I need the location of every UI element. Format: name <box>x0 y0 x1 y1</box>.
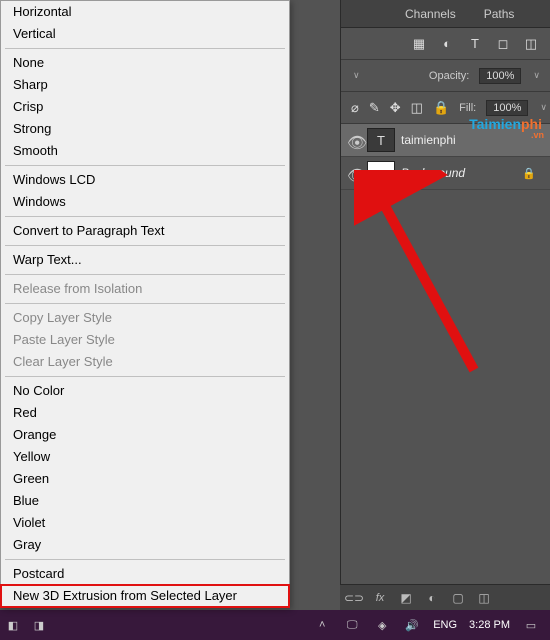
menu-none[interactable]: None <box>1 52 289 74</box>
tab-paths[interactable]: Paths <box>470 2 529 26</box>
tab-channels[interactable]: Channels <box>391 2 470 26</box>
menu-sharp[interactable]: Sharp <box>1 74 289 96</box>
tray-network-icon[interactable]: ◈ <box>373 616 391 634</box>
lock-icon[interactable]: 🔒 <box>522 167 536 180</box>
taskbar-app-icon[interactable]: ◨ <box>30 616 48 634</box>
menu-windows-lcd[interactable]: Windows LCD <box>1 169 289 191</box>
layers-bottom-bar: ⊂⊃ fx ◩ ◐ ▢ ◫ <box>340 584 550 610</box>
tray-notification-icon[interactable]: ▭ <box>522 616 540 634</box>
layer-thumb-text[interactable]: T <box>367 128 395 152</box>
layers-opacity-row: ∨ Opacity: 100% ∨ <box>341 60 550 92</box>
separator <box>5 48 285 49</box>
separator <box>5 245 285 246</box>
fx-icon[interactable]: fx <box>372 590 388 606</box>
menu-gray[interactable]: Gray <box>1 534 289 556</box>
visibility-icon[interactable]: 👁 <box>347 166 361 180</box>
menu-postcard[interactable]: Postcard <box>1 563 289 585</box>
tray-volume-icon[interactable]: 🔊 <box>403 616 421 634</box>
separator <box>5 303 285 304</box>
layer-row-background[interactable]: 👁 Background 🔒 <box>341 157 550 190</box>
taskbar-time[interactable]: 3:28 PM <box>469 619 510 631</box>
opacity-value[interactable]: 100% <box>479 68 521 84</box>
lock-icon[interactable]: 🔒 <box>433 99 449 117</box>
menu-violet[interactable]: Violet <box>1 512 289 534</box>
menu-vertical[interactable]: Vertical <box>1 23 289 45</box>
menu-clear-layer-style: Clear Layer Style <box>1 351 289 373</box>
separator <box>5 216 285 217</box>
link-icon[interactable]: ⌀ <box>351 99 359 117</box>
artboard-icon[interactable]: ◫ <box>411 99 423 117</box>
menu-horizontal[interactable]: Horizontal <box>1 1 289 23</box>
menu-red[interactable]: Red <box>1 402 289 424</box>
windows-taskbar: ◧ ◨ ˄ 🖵 ◈ 🔊 ENG 3:28 PM ▭ <box>0 610 550 640</box>
menu-windows[interactable]: Windows <box>1 191 289 213</box>
text-filter-icon[interactable]: T <box>466 35 484 53</box>
tray-monitor-icon[interactable]: 🖵 <box>343 616 361 634</box>
brush-icon[interactable]: ✎ <box>369 99 380 117</box>
mask-icon[interactable]: ◩ <box>398 590 414 606</box>
pixel-filter-icon[interactable]: ▦ <box>410 35 428 53</box>
chevron-down-icon[interactable]: ∨ <box>540 102 547 113</box>
menu-green[interactable]: Green <box>1 468 289 490</box>
move-lock-icon[interactable]: ✥ <box>390 99 401 117</box>
context-menu: Horizontal Vertical None Sharp Crisp Str… <box>0 0 290 608</box>
menu-paste-layer-style: Paste Layer Style <box>1 329 289 351</box>
menu-copy-layer-style: Copy Layer Style <box>1 307 289 329</box>
visibility-icon[interactable]: 👁 <box>347 133 361 147</box>
group-icon[interactable]: ▢ <box>450 590 466 606</box>
menu-warp-text[interactable]: Warp Text... <box>1 249 289 271</box>
menu-new-3d-extrusion[interactable]: New 3D Extrusion from Selected Layer <box>1 585 289 607</box>
menu-orange[interactable]: Orange <box>1 424 289 446</box>
panel-tabs: Channels Paths <box>341 0 550 28</box>
menu-blue[interactable]: Blue <box>1 490 289 512</box>
adjustment-layer-icon[interactable]: ◐ <box>424 590 440 606</box>
menu-strong[interactable]: Strong <box>1 118 289 140</box>
tray-up-icon[interactable]: ˄ <box>313 616 331 634</box>
menu-crisp[interactable]: Crisp <box>1 96 289 118</box>
fill-value[interactable]: 100% <box>486 100 528 116</box>
taskbar-language[interactable]: ENG <box>433 619 457 631</box>
chevron-down-icon[interactable]: ∨ <box>533 70 540 81</box>
blend-mode-dropdown[interactable]: ∨ <box>353 70 360 81</box>
layer-row-text[interactable]: 👁 T taimienphi <box>341 124 550 157</box>
menu-no-color[interactable]: No Color <box>1 380 289 402</box>
layers-lock-row: ⌀ ✎ ✥ ◫ 🔒 Fill: 100% ∨ <box>341 92 550 124</box>
shape-filter-icon[interactable]: ◻ <box>494 35 512 53</box>
opacity-label: Opacity: <box>429 70 469 82</box>
menu-convert-paragraph[interactable]: Convert to Paragraph Text <box>1 220 289 242</box>
menu-release-isolation: Release from Isolation <box>1 278 289 300</box>
fill-label: Fill: <box>459 102 476 114</box>
separator <box>5 274 285 275</box>
menu-smooth[interactable]: Smooth <box>1 140 289 162</box>
new-layer-icon[interactable]: ◫ <box>476 590 492 606</box>
separator <box>5 376 285 377</box>
layer-name[interactable]: Background <box>401 166 465 180</box>
layer-thumb-bg[interactable] <box>367 161 395 185</box>
separator <box>5 559 285 560</box>
layer-name[interactable]: taimienphi <box>401 133 456 147</box>
link-layers-icon[interactable]: ⊂⊃ <box>346 590 362 606</box>
menu-yellow[interactable]: Yellow <box>1 446 289 468</box>
separator <box>5 165 285 166</box>
taskbar-app-icon[interactable]: ◧ <box>4 616 22 634</box>
adjustment-icon[interactable]: ◐ <box>438 35 456 53</box>
layers-panel: Channels Paths ▦ ◐ T ◻ ◫ ∨ Opacity: 100%… <box>340 0 550 640</box>
layers-toolbar-1: ▦ ◐ T ◻ ◫ <box>341 28 550 60</box>
smart-filter-icon[interactable]: ◫ <box>522 35 540 53</box>
